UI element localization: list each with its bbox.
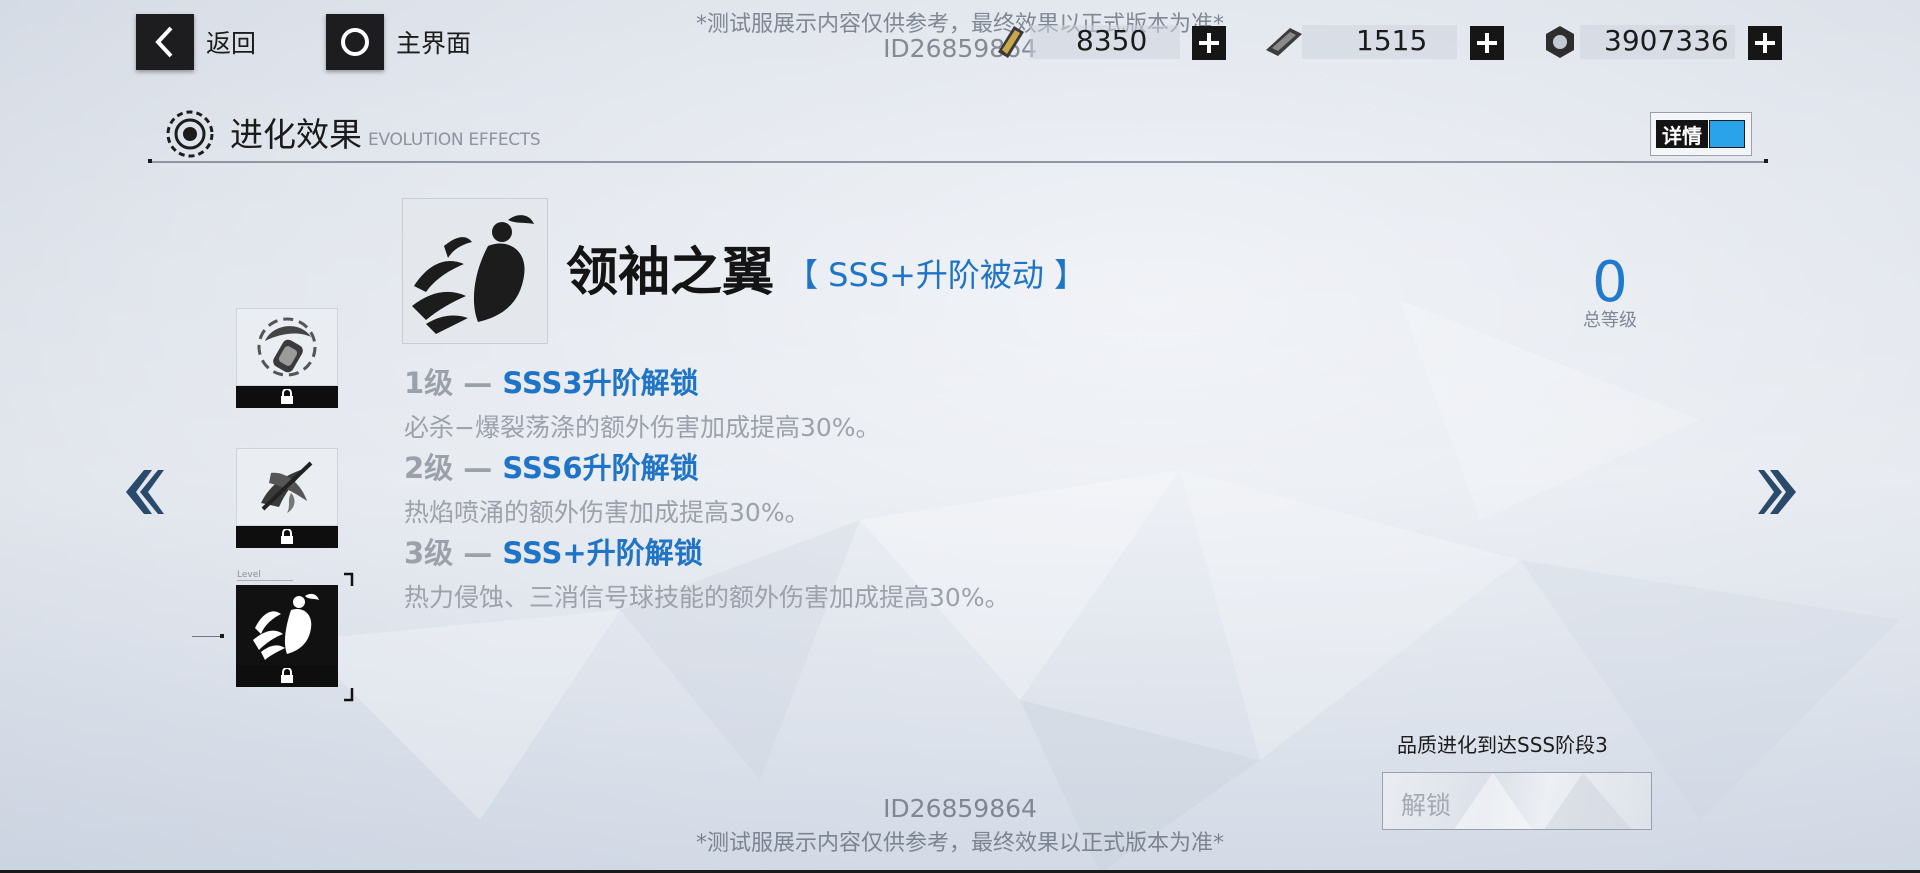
resource-chip-value: 1515 — [1356, 24, 1428, 57]
evolution-target-icon — [166, 110, 214, 158]
level-2-header: 2级 — SSS6升阶解锁 — [404, 445, 699, 487]
skill-slot-1[interactable] — [236, 308, 338, 410]
resource-ticket-value: 8350 — [1076, 24, 1148, 57]
level-1-requirement: SSS3升阶解锁 — [502, 366, 699, 400]
level-1-label: 1级 — — [404, 366, 503, 400]
details-toggle[interactable]: 详情 — [1650, 112, 1752, 156]
divider-end-dot — [148, 159, 152, 163]
test-server-notice-bottom: *测试服展示内容仅供参考，最终效果以正式版本为准* — [695, 831, 1224, 856]
grenade-skill-icon — [236, 308, 338, 386]
lock-icon — [236, 526, 338, 548]
level-3-requirement: SSS+升阶解锁 — [502, 536, 703, 570]
chip-icon — [1266, 28, 1302, 56]
level-2-label: 2级 — — [404, 451, 503, 485]
resource-gear-value: 3907336 — [1604, 24, 1729, 57]
resource-chip: 1515 — [1262, 22, 1508, 62]
lock-icon — [236, 665, 338, 687]
skill-slot-2[interactable] — [236, 448, 338, 550]
skill-name: 领袖之翼 — [566, 243, 775, 303]
lock-icon — [236, 386, 338, 408]
level-1-header: 1级 — SSS3升阶解锁 — [404, 360, 699, 402]
resource-ticket: 8350 — [990, 22, 1230, 62]
level-3-label: 3级 — — [404, 536, 503, 570]
details-label: 详情 — [1656, 120, 1708, 148]
flame-thrower-skill-icon — [236, 448, 338, 526]
skill-tag: 【 SSS+升阶被动 】 — [786, 256, 1087, 294]
leader-wings-skill-icon — [236, 585, 338, 665]
level-marker: Level — [237, 570, 261, 580]
selection-pointer-dot — [220, 634, 224, 638]
add-gear-button[interactable] — [1748, 26, 1782, 60]
total-level-label: 总等级 — [1583, 310, 1637, 331]
level-2-requirement: SSS6升阶解锁 — [502, 451, 699, 485]
selection-bracket-icon — [344, 572, 354, 702]
add-ticket-button[interactable] — [1192, 26, 1226, 60]
resource-gear: 3907336 — [1540, 22, 1786, 62]
previous-page-arrow-icon[interactable] — [122, 466, 166, 518]
skill-slot-3-selected[interactable] — [236, 585, 338, 689]
selection-pointer-line — [192, 636, 220, 637]
section-divider — [150, 161, 1766, 163]
unlock-condition: 品质进化到达SSS阶段3 — [1397, 733, 1608, 757]
divider-end-dot — [1764, 159, 1768, 163]
level-1-description: 必杀−爆裂荡涤的额外伤害加成提高30%。 — [404, 413, 881, 442]
next-page-arrow-icon[interactable] — [1756, 466, 1800, 518]
level-3-header: 3级 — SSS+升阶解锁 — [404, 530, 703, 572]
ticket-icon — [998, 26, 1024, 58]
section-title: 进化效果 — [230, 115, 362, 154]
level-marker-line — [237, 580, 293, 581]
watermark-id-bottom: ID26859864 — [883, 794, 1037, 823]
section-subtitle: EVOLUTION EFFECTS — [368, 130, 541, 150]
gear-nut-icon — [1546, 26, 1574, 58]
level-3-description: 热力侵蚀、三消信号球技能的额外伤害加成提高30%。 — [404, 583, 1010, 612]
level-2-description: 热焰喷涌的额外伤害加成提高30%。 — [404, 498, 810, 527]
details-toggle-knob — [1709, 120, 1745, 148]
leader-wings-main-icon — [402, 198, 548, 344]
add-chip-button[interactable] — [1470, 26, 1504, 60]
